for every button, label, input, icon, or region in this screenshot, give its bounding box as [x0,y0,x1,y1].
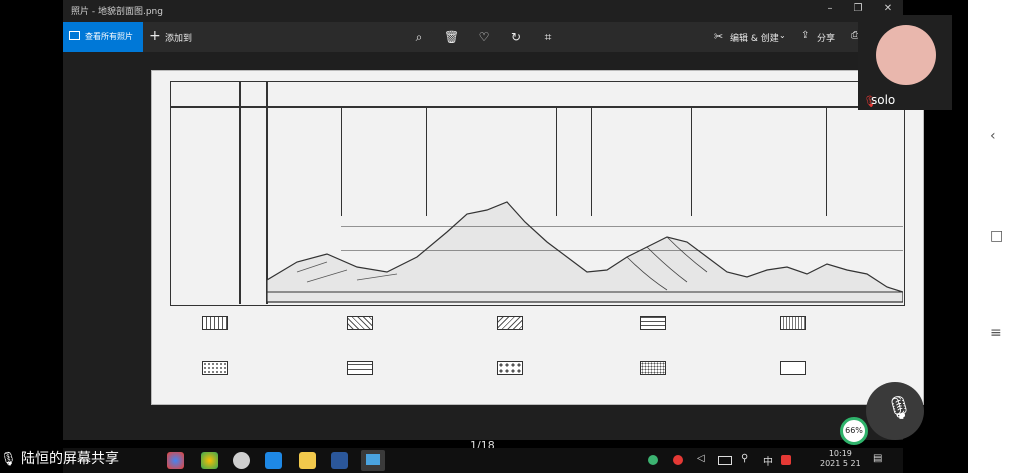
participant-name: solo [871,93,896,107]
legend-swatch [347,316,373,330]
add-to-button[interactable]: 添加到 [165,31,192,44]
app-icon[interactable] [265,452,282,469]
volume-icon[interactable]: ◁ [697,453,705,464]
legend-swatch [640,316,666,330]
right-panel: ‹ □ ≡ [968,0,1024,473]
legend-swatch [202,316,228,330]
participant-video[interactable]: 🎙 solo [858,15,952,110]
left-letterbox [0,0,63,473]
title-bar: 照片 - 地貌剖面图.png – ❐ ✕ [63,0,903,22]
photos-app-icon[interactable] [361,450,385,471]
image-figure-frame [170,81,905,306]
edit-create-button[interactable]: 编辑 & 创建 [730,31,779,44]
maximize-button[interactable]: ❐ [848,3,868,14]
add-icon[interactable]: + [149,28,161,44]
zoom-value: 66% [845,426,863,435]
avatar [876,25,936,85]
terrain-profile-drawing [267,201,903,303]
rotate-icon[interactable]: ↻ [509,30,523,44]
zoom-badge[interactable]: 66% [840,417,868,445]
tray-icon[interactable] [648,455,658,465]
tray-icon[interactable] [781,455,791,465]
all-photos-label: 查看所有照片 [85,32,133,41]
clock-date: 2021 5 21 [820,459,861,468]
screen-share-text: 陆恒的屏幕共享 [20,451,119,467]
displayed-image [151,70,924,405]
mic-off-icon: 🎙 [885,396,913,421]
menu-icon[interactable]: ≡ [990,325,1002,341]
screen-share-label: 🎙 陆恒的屏幕共享 [0,448,119,468]
word-icon[interactable] [331,452,348,469]
favorite-icon[interactable]: ♡ [477,30,491,44]
clock[interactable]: 10:19 2021 5 21 [820,449,861,469]
square-icon[interactable]: □ [990,228,1003,244]
clock-time: 10:19 [828,449,852,458]
close-button[interactable]: ✕ [878,3,898,14]
folder-icon[interactable] [299,452,316,469]
browser-icon[interactable] [167,452,184,469]
share-button[interactable]: 分享 [817,31,835,44]
legend-swatch [640,361,666,375]
legend-swatch [347,361,373,375]
crop-icon[interactable]: ⌗ [541,30,555,44]
app-icon[interactable] [233,452,250,469]
chrome-icon[interactable] [201,452,218,469]
legend-swatch [497,316,523,330]
photos-window: 照片 - 地貌剖面图.png – ❐ ✕ 查看所有照片 + 添加到 ⌕ 🗑 ♡ … [63,0,924,452]
photos-icon [69,31,80,40]
legend-swatch [780,316,806,330]
edit-icon[interactable]: ✂ [714,30,723,43]
notification-icon[interactable]: ▤ [873,453,882,464]
network-icon[interactable]: ⚲ [741,453,748,464]
chevron-down-icon[interactable]: ⌄ [779,31,786,40]
taskbar: ◁ ⚲ 中 10:19 2021 5 21 ▤ [63,448,903,473]
mute-mic-button[interactable]: 🎙 [866,382,924,440]
share-icon[interactable]: ⇪ [801,30,809,41]
legend-swatch [202,361,228,375]
battery-icon[interactable] [718,456,732,465]
zoom-icon[interactable]: ⌕ [412,30,426,44]
mic-icon: 🎙 [0,452,17,467]
window-title: 照片 - 地貌剖面图.png [71,7,163,17]
all-photos-button[interactable]: 查看所有照片 [63,22,143,52]
ime-indicator[interactable]: 中 [763,453,773,468]
back-chevron-icon[interactable]: ‹ [990,128,996,144]
minimize-button[interactable]: – [820,3,840,14]
legend-swatch [780,361,806,375]
tray-icon[interactable] [673,455,683,465]
legend-swatch [497,361,523,375]
delete-icon[interactable]: 🗑 [444,30,459,44]
